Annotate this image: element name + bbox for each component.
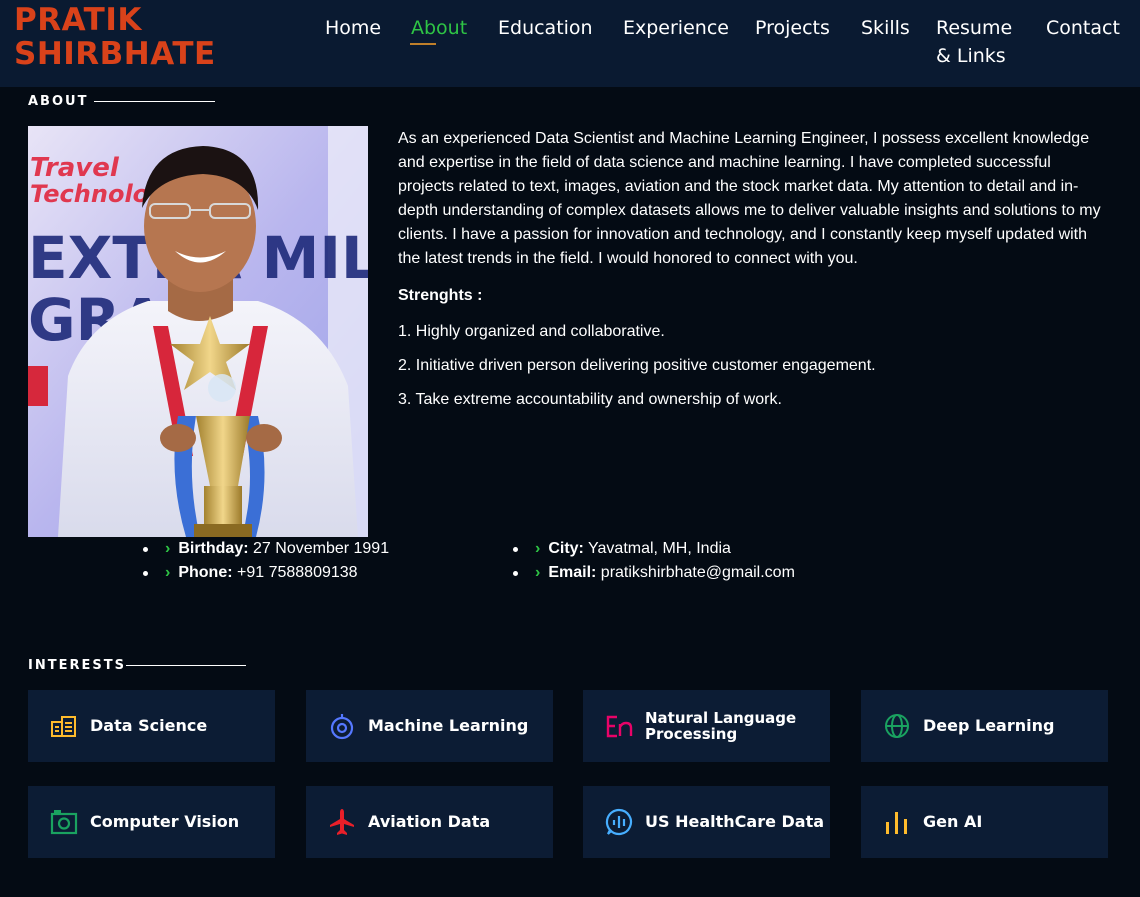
email-label: Email: — [548, 564, 597, 581]
interest-card-nlp[interactable]: Natural Language Processing — [583, 690, 830, 762]
airplane-icon — [330, 809, 354, 835]
interest-card-aviation-data[interactable]: Aviation Data — [306, 786, 553, 858]
strength-item-1: 1. Highly organized and collaborative. — [398, 323, 665, 340]
bullet-icon — [143, 571, 148, 576]
interests-section-title: INTERESTS — [28, 658, 126, 673]
interest-label: Data Science — [90, 716, 208, 735]
chevron-right-icon: › — [165, 540, 171, 557]
interest-card-us-healthcare-data[interactable]: US HealthCare Data — [583, 786, 830, 858]
city-value: Yavatmal, MH, India — [588, 540, 731, 557]
strengths-heading: Strenghts : — [398, 287, 483, 304]
nav-resume-line-2[interactable]: & Links — [936, 42, 1012, 70]
nav-resume-links[interactable]: Resume & Links — [936, 14, 1012, 70]
strength-item-3: 3. Take extreme accountability and owner… — [398, 391, 782, 408]
about-title-line — [94, 101, 215, 102]
interest-card-computer-vision[interactable]: Computer Vision — [28, 786, 275, 858]
interest-label: Gen AI — [923, 812, 983, 831]
logo-line-1[interactable]: PRATIK — [14, 3, 216, 37]
logo[interactable]: PRATIK SHIRBHATE — [14, 3, 216, 71]
machine-learning-icon — [330, 714, 354, 740]
logo-line-2[interactable]: SHIRBHATE — [14, 37, 216, 71]
birthday-label: Birthday: — [178, 540, 249, 557]
bar-chart-icon — [886, 812, 907, 834]
nav-skills[interactable]: Skills — [861, 14, 910, 42]
detail-email: › Email: pratikshirbhate@gmail.com — [513, 562, 795, 584]
nav-home[interactable]: Home — [325, 14, 381, 42]
interest-label: US HealthCare Data — [645, 812, 825, 831]
interest-label: Natural Language Processing — [645, 709, 797, 743]
email-value[interactable]: pratikshirbhate@gmail.com — [601, 564, 795, 581]
detail-birthday: › Birthday: 27 November 1991 — [143, 538, 390, 560]
bullet-icon — [143, 547, 148, 552]
interest-card-machine-learning[interactable]: Machine Learning — [306, 690, 553, 762]
interest-label: Aviation Data — [368, 812, 491, 831]
about-paragraph: As an experienced Data Scientist and Mac… — [398, 130, 1101, 267]
photo-banner-text-2: Technolo — [30, 180, 149, 208]
bullet-icon — [513, 571, 518, 576]
nav-resume-line-1[interactable]: Resume — [936, 14, 1012, 42]
chevron-right-icon: › — [535, 540, 541, 557]
bullet-icon — [513, 547, 518, 552]
nav-education[interactable]: Education — [498, 14, 593, 42]
data-science-icon — [51, 716, 76, 737]
phone-value: +91 7588809138 — [237, 564, 358, 581]
nav-projects[interactable]: Projects — [755, 14, 830, 42]
city-label: City: — [548, 540, 584, 557]
profile-photo: Travel Technolo EXTRA MILE GRA — [28, 126, 368, 537]
phone-label: Phone: — [178, 564, 233, 581]
camera-icon — [50, 810, 78, 835]
globe-icon — [885, 714, 909, 738]
photo-banner-text-1: Travel — [30, 153, 120, 183]
birthday-value: 27 November 1991 — [253, 540, 390, 557]
interest-card-gen-ai[interactable]: Gen AI — [861, 786, 1108, 858]
language-icon — [606, 715, 633, 738]
interest-card-data-science[interactable]: Data Science — [28, 690, 275, 762]
header: PRATIK SHIRBHATE Home About Education Ex… — [0, 0, 1140, 87]
detail-phone: › Phone: +91 7588809138 — [143, 562, 358, 584]
strength-item-2: 2. Initiative driven person delivering p… — [398, 357, 876, 374]
interest-card-deep-learning[interactable]: Deep Learning — [861, 690, 1108, 762]
interest-label: Computer Vision — [90, 812, 240, 831]
chevron-right-icon: › — [535, 564, 541, 581]
interests-title-line — [126, 665, 246, 666]
interest-label: Deep Learning — [923, 716, 1055, 735]
chevron-right-icon: › — [165, 564, 171, 581]
healthcare-icon — [605, 808, 633, 836]
detail-city: › City: Yavatmal, MH, India — [513, 538, 731, 560]
nav-contact[interactable]: Contact — [1046, 14, 1120, 42]
about-section-title: ABOUT — [28, 94, 89, 109]
nav-experience[interactable]: Experience — [623, 14, 729, 42]
nav-about[interactable]: About — [411, 14, 467, 42]
nav-active-indicator — [410, 43, 436, 45]
interest-label: Machine Learning — [368, 716, 529, 735]
